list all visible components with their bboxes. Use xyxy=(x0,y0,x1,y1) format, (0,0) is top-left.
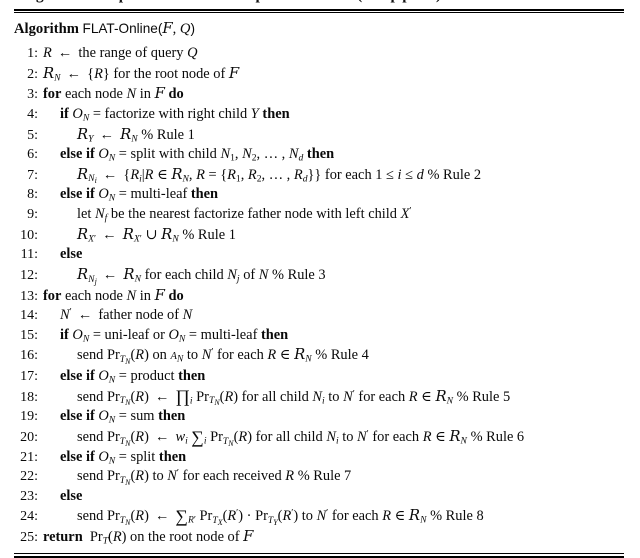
line-code: for each node N in F do xyxy=(43,286,184,304)
algorithm-line: 2: RN ← {R} for the root node of F xyxy=(14,64,624,85)
line-number: 10: xyxy=(20,227,38,243)
algorithm-keyword: Algorithm xyxy=(14,21,79,37)
line-code: else xyxy=(60,487,83,504)
algorithm-line: 10: RX′ ← RX′ ∪ RN % Rule 1 xyxy=(14,225,624,246)
algorithm-line: 19: else if ON = sum then xyxy=(14,407,624,427)
line-number: 24: xyxy=(20,509,38,525)
line-number: 1: xyxy=(27,46,38,61)
line-number: 21: xyxy=(20,449,38,465)
algorithm-line: 11: else xyxy=(14,245,624,265)
algorithm-title: Algorithm FLAT-Online(F, Q) xyxy=(14,19,624,44)
algorithm-line: 5: RY ← RN % Rule 1 xyxy=(14,125,624,146)
line-number: 9: xyxy=(27,207,38,222)
line-code: else if ON = sum then xyxy=(60,408,186,426)
algorithm-line: 13: for each node N in F do xyxy=(14,286,624,307)
algorithm-line: 4: if ON = factorize with right child Y … xyxy=(14,105,624,125)
line-number: 17: xyxy=(20,369,38,384)
algorithm-line: 20: send PrTN(R) ← wi ∑i PrTN(R) for all… xyxy=(14,427,624,448)
line-code: RY ← RN % Rule 1 xyxy=(77,125,195,145)
algorithm-line: 18: send PrTN(R) ← ∏i PrTN(R) for all ch… xyxy=(14,387,624,408)
line-number: 13: xyxy=(20,288,38,304)
algorithm-line: 21: else if ON = split then xyxy=(14,448,624,468)
line-number: 16: xyxy=(20,348,38,364)
line-number: 20: xyxy=(20,429,38,445)
algorithm-line: 23: else xyxy=(14,487,624,507)
algorithm-line: 15: if ON = uni-leaf or ON = multi-leaf … xyxy=(14,326,624,346)
line-code: RX′ ← RX′ ∪ RN % Rule 1 xyxy=(77,225,236,245)
param-query: Q xyxy=(179,21,191,37)
line-code: let Nf be the nearest factorize father n… xyxy=(77,205,412,224)
line-code: RNj ← RN for each child Nj of N % Rule 3 xyxy=(77,265,326,286)
line-code: send PrTN(R) on AN to N′ for each R ∈ RN… xyxy=(77,346,369,367)
line-number: 3: xyxy=(27,87,38,103)
algorithm-line: 7: RNi ← {Ri|R ∈ RN, R = {R1, R2, … , Rd… xyxy=(14,165,624,186)
algorithm-block: Algorithm FLAT-Online(F, Q) 1: R ← the r… xyxy=(14,13,624,548)
line-code: if ON = factorize with right child Y the… xyxy=(60,105,290,124)
line-number: 4: xyxy=(27,106,38,122)
algorithm-line: 25: return PrT(R) on the root node of F xyxy=(14,527,624,548)
line-code: else if ON = multi-leaf then xyxy=(60,186,219,205)
line-number: 8: xyxy=(27,187,38,203)
line-code: if ON = uni-leaf or ON = multi-leaf then xyxy=(60,326,289,345)
clipped-caption-text: Algorithm pseudocode caption line (clipp… xyxy=(14,0,444,4)
line-code: send PrTN(R) ← ∑R′ PrTX(R′) · PrTY(R′) t… xyxy=(77,506,484,528)
algorithm-line: 1: R ← the range of query Q xyxy=(14,44,624,64)
algorithm-line: 6: else if ON = split with child N1, N2,… xyxy=(14,145,624,165)
algorithm-line: 16: send PrTN(R) on AN to N′ for each R … xyxy=(14,345,624,367)
line-code: else xyxy=(60,246,83,263)
param-separator: , xyxy=(172,21,180,37)
line-number: 7: xyxy=(27,167,38,183)
algorithm-line: 22: send PrTN(R) to N′ for each received… xyxy=(14,467,624,487)
algorithm-line: 8: else if ON = multi-leaf then xyxy=(14,185,624,205)
line-code: send PrTN(R) ← ∏i PrTN(R) for all child … xyxy=(77,386,511,408)
line-number: 15: xyxy=(20,327,38,343)
line-number: 23: xyxy=(20,488,38,504)
line-code: else if ON = split with child N1, N2, … … xyxy=(60,146,335,164)
line-code: RNi ← {Ri|R ∈ RN, R = {R1, R2, … , Rd}} … xyxy=(77,165,482,186)
line-code: return PrT(R) on the root node of F xyxy=(43,528,254,547)
line-number: 5: xyxy=(27,127,38,143)
param-forest: F xyxy=(162,20,173,37)
algorithm-line: 12: RNj ← RN for each child Nj of N % Ru… xyxy=(14,265,624,286)
algorithm-name: FLAT-Online xyxy=(82,21,158,36)
line-code: send PrTN(R) to N′ for each received R %… xyxy=(77,467,352,488)
algorithm-line: 17: else if ON = product then xyxy=(14,367,624,387)
line-code: send PrTN(R) ← wi ∑i PrTN(R) for all chi… xyxy=(77,426,525,448)
paren-close: ) xyxy=(190,21,195,36)
algorithm-line: 3: for each node N in F do xyxy=(14,84,624,105)
line-code: N′ ← father node of N xyxy=(60,306,193,324)
line-code: RN ← {R} for the root node of F xyxy=(43,64,240,84)
line-number: 19: xyxy=(20,409,38,425)
line-number: 12: xyxy=(20,267,38,283)
line-number: 14: xyxy=(20,308,38,324)
line-number: 18: xyxy=(20,389,38,405)
line-number: 6: xyxy=(27,147,38,163)
line-code: R ← the range of query Q xyxy=(43,45,198,61)
line-code: for each node N in F do xyxy=(43,85,184,103)
algorithm-line: 14: N′ ← father node of N xyxy=(14,306,624,326)
clipped-caption-strip: Algorithm pseudocode caption line (clipp… xyxy=(14,0,624,9)
line-code: else if ON = split then xyxy=(60,448,187,467)
algorithm-line: 9: let Nf be the nearest factorize fathe… xyxy=(14,205,624,225)
line-number: 22: xyxy=(20,469,38,485)
line-number: 11: xyxy=(20,247,38,263)
line-number: 2: xyxy=(27,66,38,82)
algorithm-line: 24: send PrTN(R) ← ∑R′ PrTX(R′) · PrTY(R… xyxy=(14,506,624,527)
algorithm-bottom-rule xyxy=(14,552,624,558)
line-code: else if ON = product then xyxy=(60,368,206,386)
